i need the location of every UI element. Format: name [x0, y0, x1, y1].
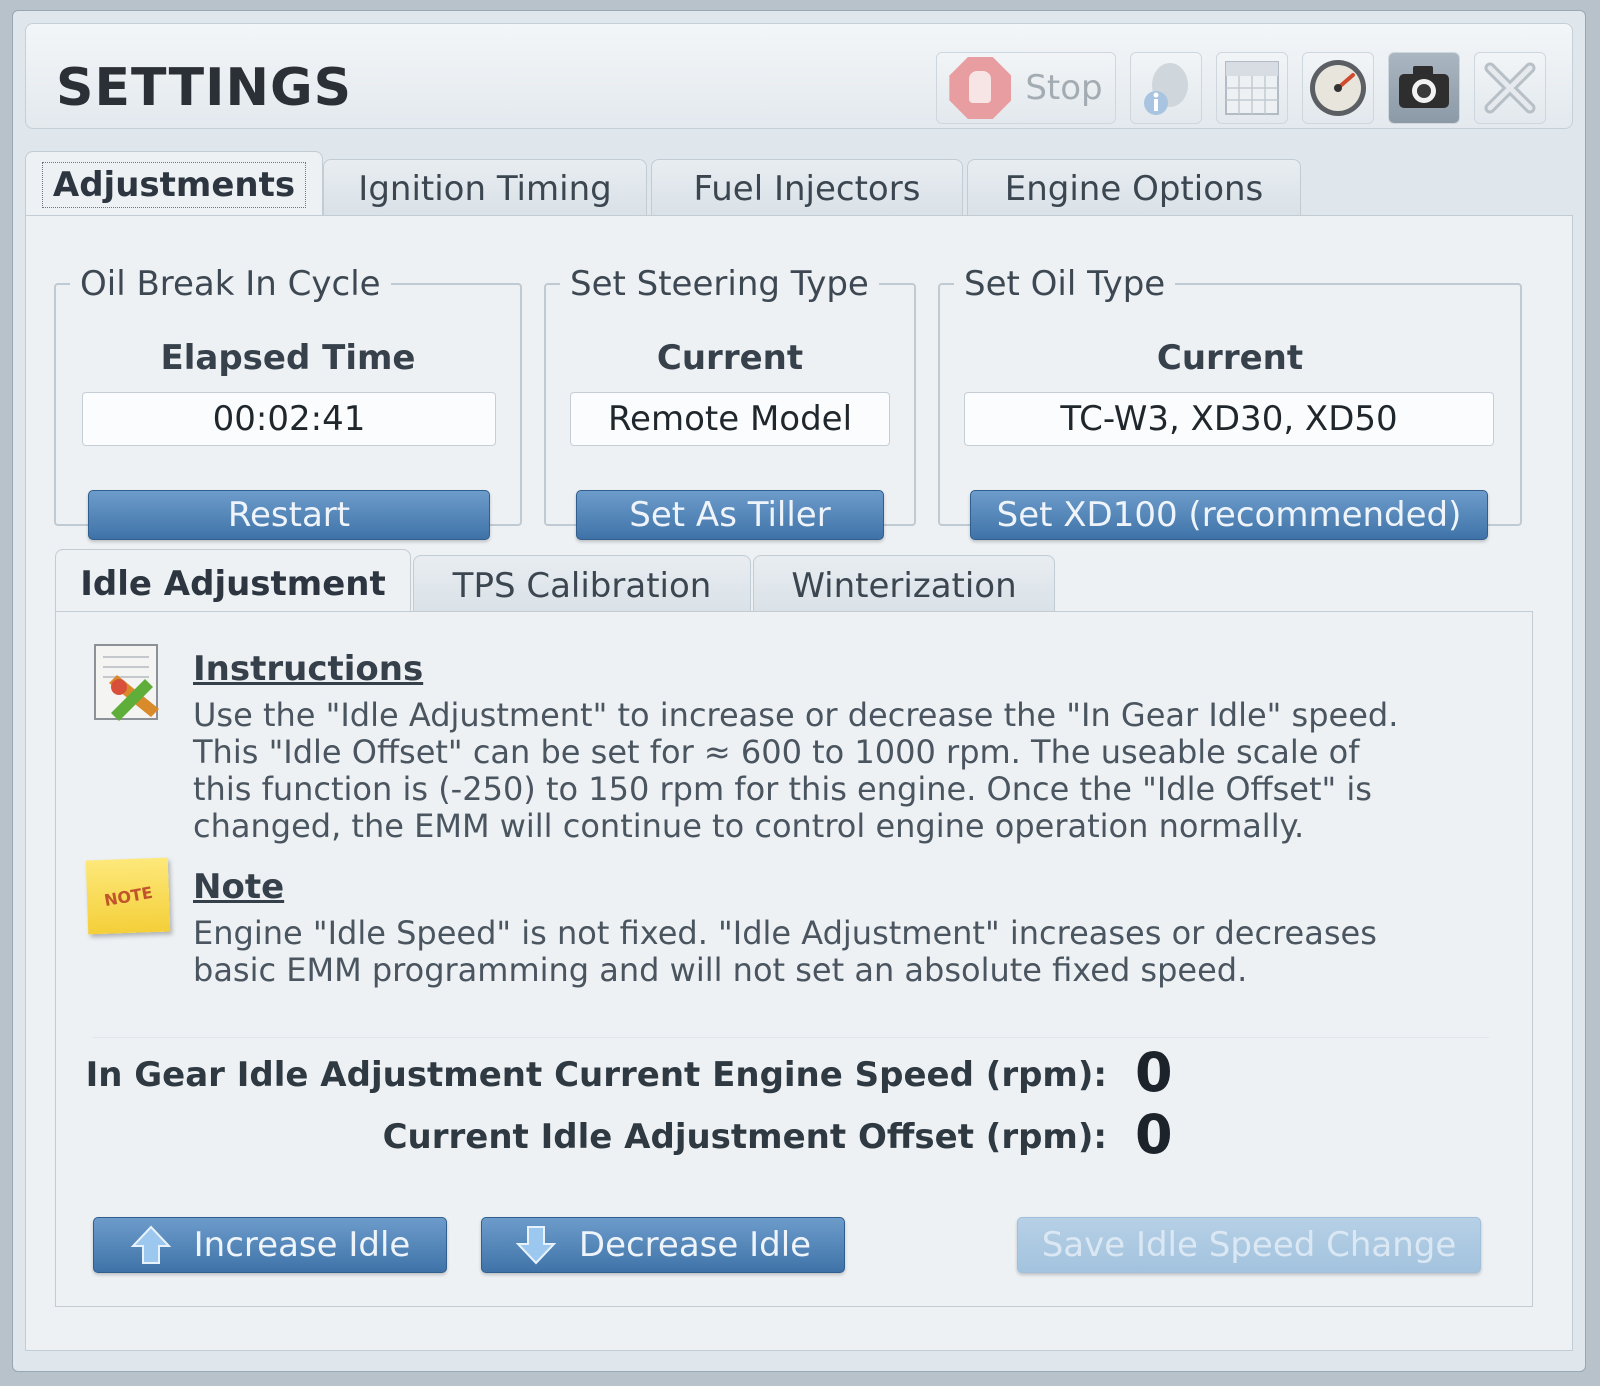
- decrease-idle-button[interactable]: Decrease Idle: [481, 1217, 845, 1273]
- restart-button[interactable]: Restart: [88, 490, 490, 540]
- oil-break-group: Oil Break In Cycle Elapsed Time 00:02:41…: [54, 264, 522, 540]
- note-text: Engine "Idle Speed" is not fixed. "Idle …: [193, 915, 1377, 989]
- instructions-icon: [94, 644, 159, 721]
- subtab-idle-adjustment[interactable]: Idle Adjustment: [55, 549, 411, 617]
- increase-idle-button[interactable]: Increase Idle: [93, 1217, 447, 1273]
- note-line: Engine "Idle Speed" is not fixed. "Idle …: [193, 914, 1377, 952]
- note-icon-text: NOTE: [102, 882, 154, 910]
- elapsed-time-label: Elapsed Time: [160, 338, 416, 378]
- gauge-icon: [1310, 60, 1366, 116]
- tab-engine-options[interactable]: Engine Options: [967, 159, 1301, 217]
- steering-current-value: Remote Model: [570, 392, 890, 446]
- subtab-tps-calibration[interactable]: TPS Calibration: [413, 555, 751, 615]
- note-icon: NOTE: [85, 857, 171, 935]
- instructions-line: this function is (-250) to 150 rpm for t…: [193, 770, 1372, 808]
- calendar-icon: [1225, 61, 1279, 115]
- instructions-line: Use the "Idle Adjustment" to increase or…: [193, 696, 1399, 734]
- stop-button[interactable]: Stop: [936, 52, 1116, 124]
- window-title: SETTINGS: [56, 58, 353, 118]
- camera-icon: [1399, 66, 1449, 108]
- oil-current-label: Current: [1156, 338, 1304, 378]
- tab-label: Fuel Injectors: [693, 168, 921, 209]
- set-as-tiller-button[interactable]: Set As Tiller: [576, 490, 884, 540]
- tab-adjustments[interactable]: Adjustments: [25, 151, 323, 217]
- stop-label: Stop: [1025, 68, 1103, 108]
- steering-current-label: Current: [656, 338, 804, 378]
- tab-fuel-injectors[interactable]: Fuel Injectors: [651, 159, 963, 217]
- subtab-label: Idle Adjustment: [80, 563, 386, 604]
- gauge-button[interactable]: [1302, 52, 1374, 124]
- instructions-text: Use the "Idle Adjustment" to increase or…: [193, 697, 1398, 845]
- instructions-heading: Instructions: [193, 649, 424, 689]
- tab-label: Engine Options: [1004, 168, 1264, 209]
- subtab-label: TPS Calibration: [452, 565, 712, 606]
- close-button[interactable]: [1474, 52, 1546, 124]
- instructions-line: This "Idle Offset" can be set for ≈ 600 …: [193, 733, 1360, 771]
- note-heading: Note: [193, 867, 285, 907]
- tab-label: Ignition Timing: [358, 168, 612, 209]
- elapsed-time-value: 00:02:41: [82, 392, 496, 446]
- close-icon: [1484, 62, 1536, 114]
- oil-type-group: Set Oil Type Current TC-W3, XD30, XD50 S…: [938, 264, 1522, 540]
- arrow-up-icon: [130, 1225, 171, 1264]
- info-icon: [1144, 63, 1188, 115]
- steering-type-group: Set Steering Type Current Remote Model S…: [544, 264, 916, 540]
- settings-tabs: Adjustments Ignition Timing Fuel Injecto…: [25, 151, 1525, 217]
- subtab-label: Winterization: [791, 565, 1017, 606]
- idle-offset-value: 0: [1135, 1103, 1173, 1166]
- panel-divider: [93, 1037, 1489, 1038]
- oil-break-legend: Oil Break In Cycle: [80, 264, 381, 304]
- steering-type-legend: Set Steering Type: [570, 264, 869, 304]
- note-line: basic EMM programming and will not set a…: [193, 951, 1248, 989]
- engine-speed-label: In Gear Idle Adjustment Current Engine S…: [85, 1055, 1107, 1095]
- arrow-down-icon: [515, 1226, 557, 1265]
- calendar-button[interactable]: [1216, 52, 1288, 124]
- title-bar: SETTINGS Stop: [25, 23, 1573, 129]
- camera-button[interactable]: [1388, 52, 1460, 124]
- oil-current-value: TC-W3, XD30, XD50: [964, 392, 1494, 446]
- stop-hand-icon: [949, 57, 1012, 119]
- instructions-line: changed, the EMM will continue to contro…: [193, 807, 1305, 845]
- settings-window: SETTINGS Stop Adjustments Ignition Timin…: [12, 10, 1586, 1372]
- info-button[interactable]: [1130, 52, 1202, 124]
- save-idle-speed-button[interactable]: Save Idle Speed Change: [1017, 1217, 1481, 1273]
- tab-ignition-timing[interactable]: Ignition Timing: [323, 159, 647, 217]
- set-xd100-button[interactable]: Set XD100 (recommended): [970, 490, 1488, 540]
- oil-type-legend: Set Oil Type: [964, 264, 1166, 304]
- increase-idle-label: Increase Idle: [193, 1225, 411, 1265]
- engine-speed-value: 0: [1135, 1041, 1173, 1104]
- tab-label: Adjustments: [41, 161, 307, 208]
- decrease-idle-label: Decrease Idle: [578, 1225, 812, 1265]
- idle-offset-label: Current Idle Adjustment Offset (rpm):: [382, 1117, 1107, 1157]
- subtab-winterization[interactable]: Winterization: [753, 555, 1055, 615]
